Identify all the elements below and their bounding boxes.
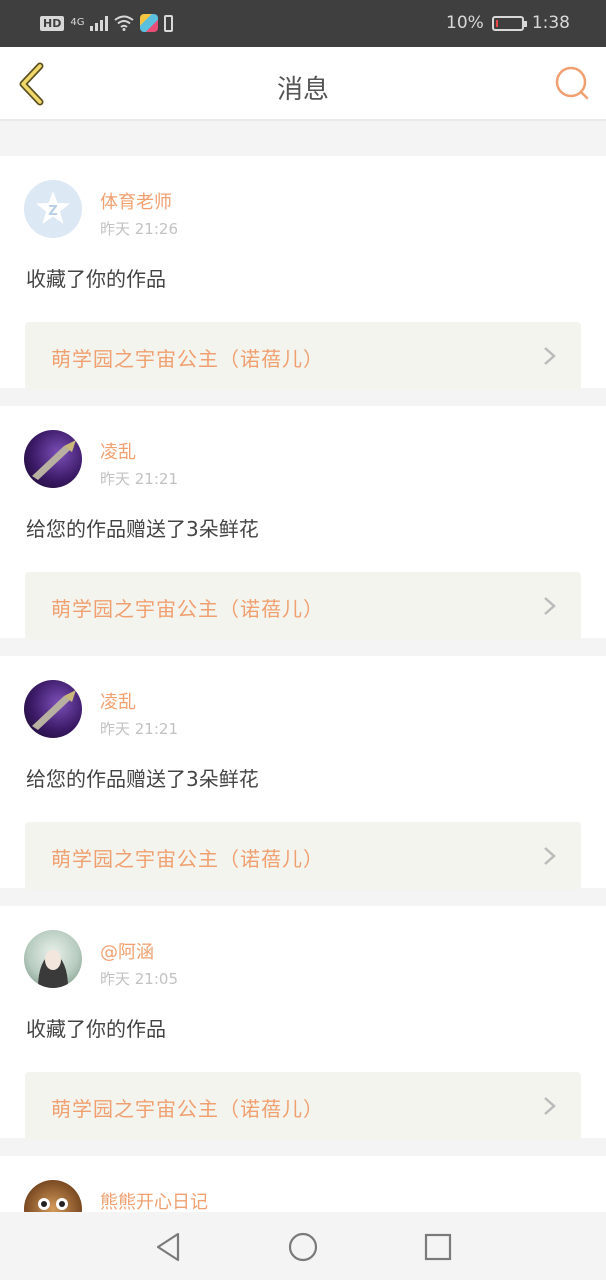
hd-badge: HD	[40, 15, 65, 31]
message-card: @阿涵 昨天 21:05 收藏了你的作品 萌学园之宇宙公主（诺蓓儿）	[0, 906, 606, 1140]
app-notification-icon	[140, 14, 159, 32]
status-left: HD 4G	[40, 14, 174, 32]
message-text: 给您的作品赠送了3朵鲜花	[26, 517, 259, 541]
message-card: 熊熊开心日记	[0, 1156, 606, 1212]
svg-text:Z: Z	[48, 204, 57, 219]
work-title: 萌学园之宇宙公主（诺蓓儿）	[51, 1097, 324, 1121]
message-time: 昨天 21:21	[100, 470, 178, 488]
message-time: 昨天 21:21	[100, 720, 178, 738]
battery-fill	[495, 19, 498, 27]
sword-icon	[32, 440, 76, 480]
system-nav-bar	[0, 1212, 606, 1280]
sword-icon	[32, 690, 76, 730]
user-name[interactable]: 体育老师	[100, 188, 172, 214]
work-title: 萌学园之宇宙公主（诺蓓儿）	[51, 347, 324, 371]
search-icon[interactable]	[552, 63, 592, 103]
square-recents-icon[interactable]	[421, 1230, 455, 1264]
message-text: 收藏了你的作品	[26, 1017, 166, 1041]
qq-star-icon: Z	[36, 191, 70, 224]
chevron-right-icon	[544, 347, 556, 365]
circle-home-icon[interactable]	[286, 1230, 320, 1264]
message-time: 昨天 21:05	[100, 970, 178, 988]
chevron-right-icon	[544, 1097, 556, 1115]
avatar[interactable]: Z	[24, 180, 82, 238]
battery-percent: 10%	[446, 13, 484, 33]
message-time: 昨天 21:26	[100, 220, 178, 238]
avatar[interactable]	[24, 930, 82, 988]
message-text: 给您的作品赠送了3朵鲜花	[26, 767, 259, 791]
user-name[interactable]: 凌乱	[100, 438, 136, 464]
signal-icon	[90, 15, 109, 31]
message-text: 收藏了你的作品	[26, 267, 166, 291]
work-link[interactable]: 萌学园之宇宙公主（诺蓓儿）	[25, 322, 581, 390]
work-link[interactable]: 萌学园之宇宙公主（诺蓓儿）	[25, 1072, 581, 1140]
bear-face-icon	[38, 1198, 68, 1210]
work-title: 萌学园之宇宙公主（诺蓓儿）	[51, 597, 324, 621]
status-bar: HD 4G 10% 1:38	[0, 0, 606, 47]
clock: 1:38	[531, 13, 570, 33]
user-name[interactable]: @阿涵	[100, 938, 154, 964]
chevron-right-icon	[544, 597, 556, 615]
work-title: 萌学园之宇宙公主（诺蓓儿）	[51, 847, 324, 871]
user-name[interactable]: 熊熊开心日记	[100, 1188, 208, 1212]
chevron-right-icon	[544, 847, 556, 865]
work-link[interactable]: 萌学园之宇宙公主（诺蓓儿）	[25, 572, 581, 640]
message-card: Z 体育老师 昨天 21:26 收藏了你的作品 萌学园之宇宙公主（诺蓓儿）	[0, 156, 606, 390]
header: 消息	[0, 47, 606, 121]
avatar[interactable]	[24, 1180, 82, 1212]
battery-icon	[491, 15, 527, 31]
portrait-icon	[38, 950, 68, 988]
message-card: 凌乱 昨天 21:21 给您的作品赠送了3朵鲜花 萌学园之宇宙公主（诺蓓儿）	[0, 656, 606, 890]
wifi-icon	[114, 15, 135, 31]
avatar[interactable]	[24, 430, 82, 488]
avatar[interactable]	[24, 680, 82, 738]
work-link[interactable]: 萌学园之宇宙公主（诺蓓儿）	[25, 822, 581, 890]
status-right: 10% 1:38	[446, 13, 570, 33]
message-card: 凌乱 昨天 21:21 给您的作品赠送了3朵鲜花 萌学园之宇宙公主（诺蓓儿）	[0, 406, 606, 640]
triangle-back-icon[interactable]	[152, 1230, 186, 1264]
user-name[interactable]: 凌乱	[100, 688, 136, 714]
small-battery-icon	[164, 14, 174, 32]
network-type: 4G	[70, 17, 85, 28]
page-title: 消息	[276, 75, 329, 105]
